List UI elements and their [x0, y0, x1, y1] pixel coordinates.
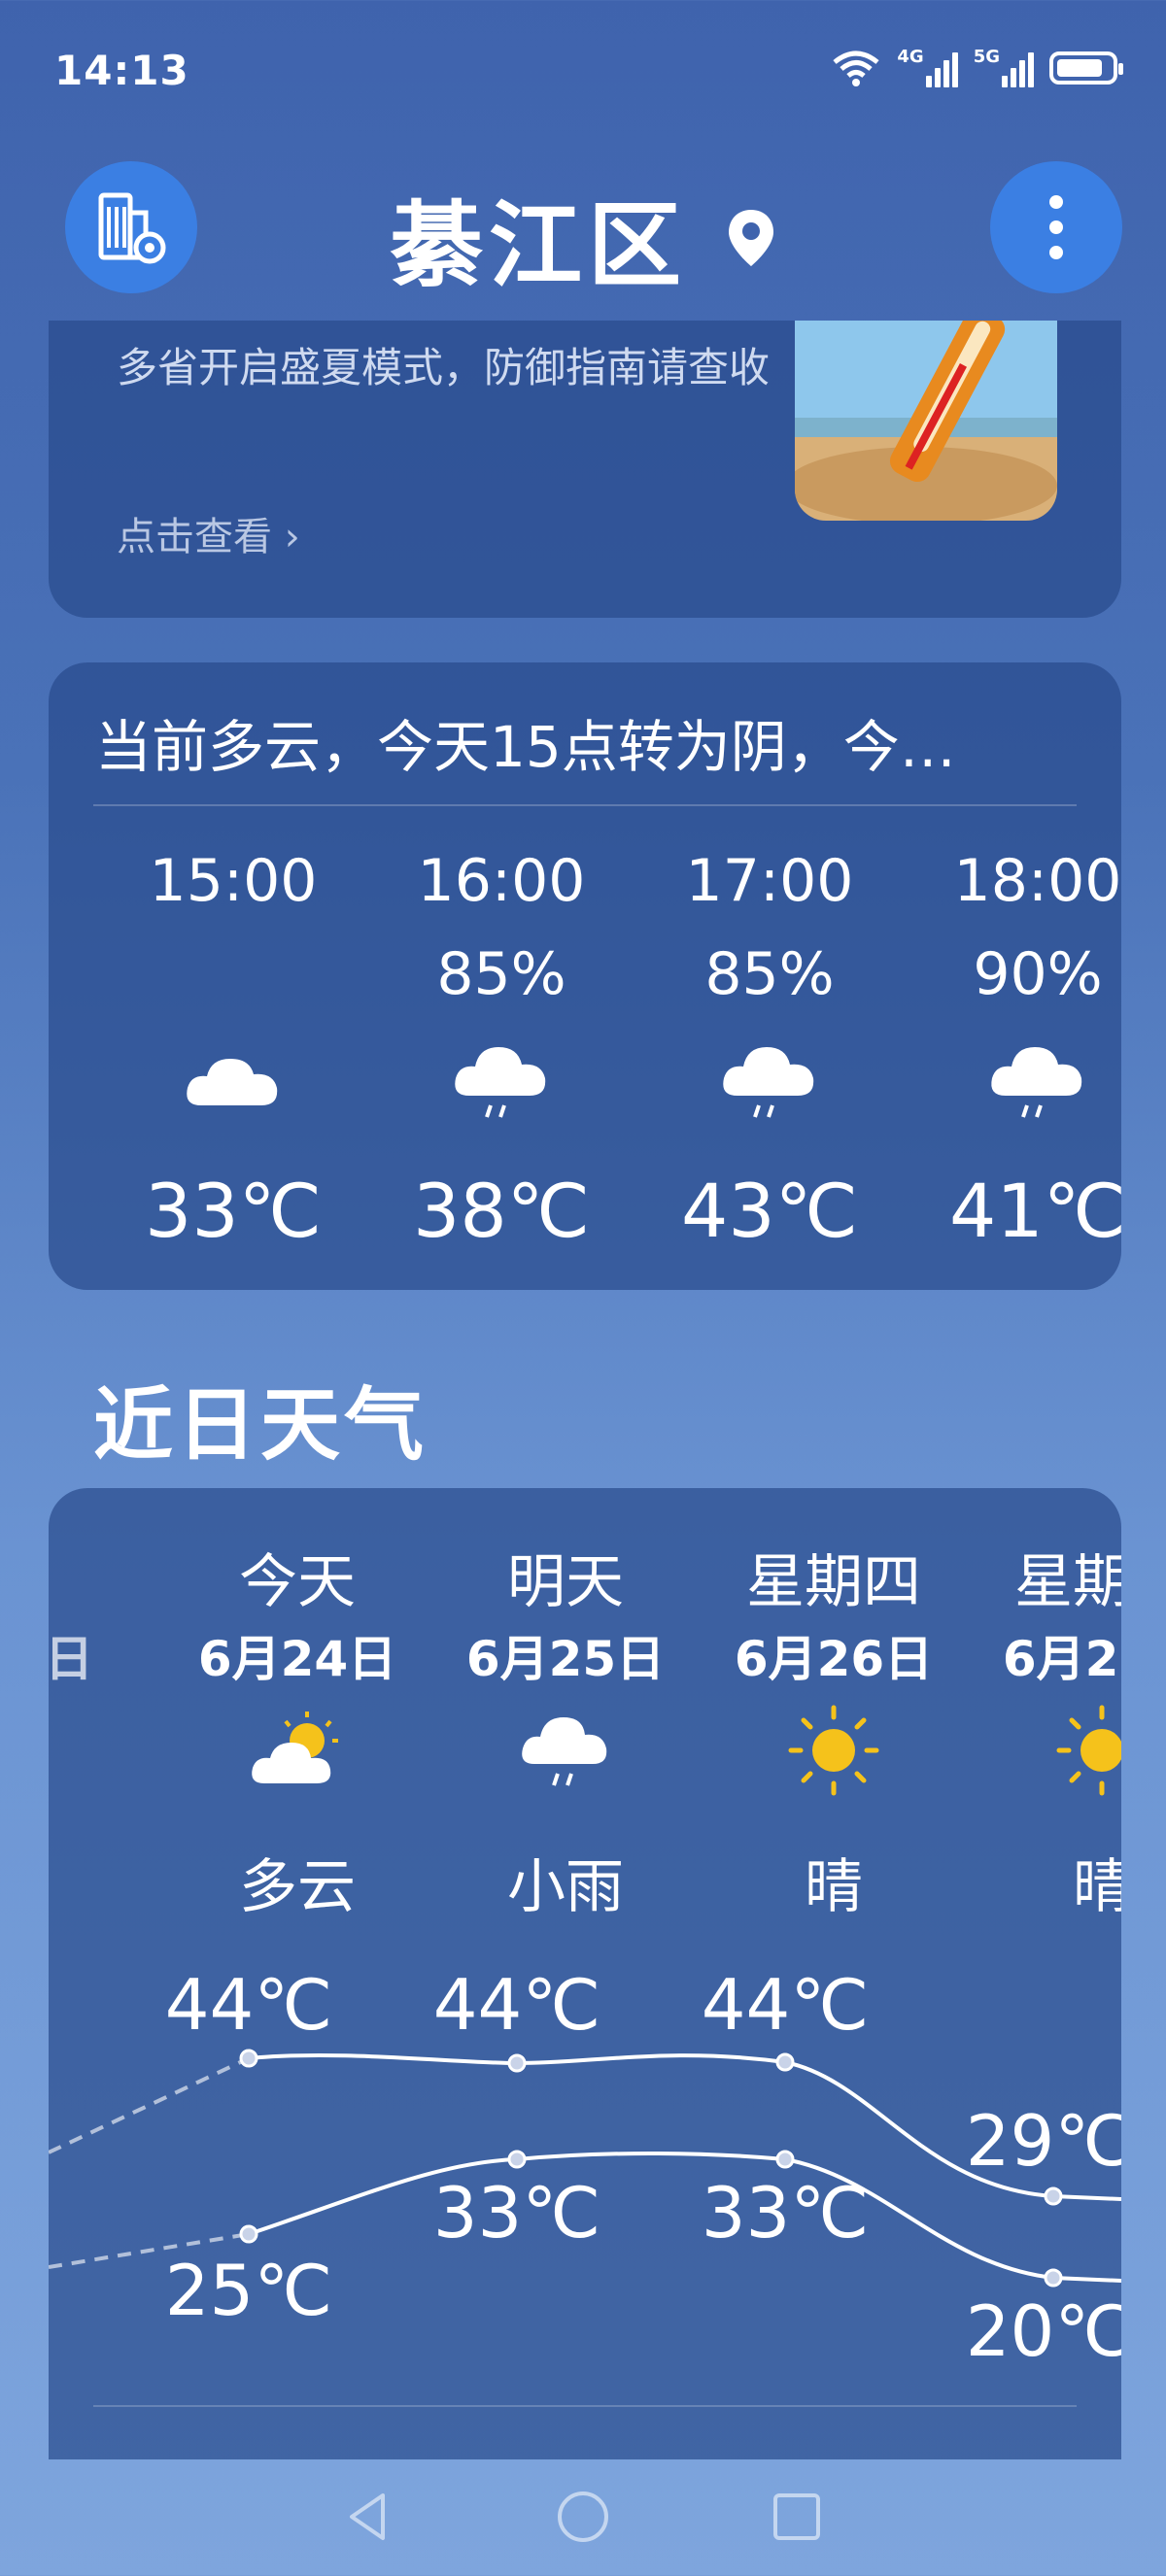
- hour-time: 18:00: [953, 847, 1122, 915]
- home-icon[interactable]: [554, 2488, 612, 2546]
- recents-icon[interactable]: [768, 2488, 826, 2546]
- more-menu-button[interactable]: [990, 161, 1122, 293]
- low-temp-point: [775, 2150, 795, 2169]
- high-temp-point: [239, 2049, 258, 2068]
- rain-icon: [723, 1047, 814, 1118]
- more-vertical-icon: [1049, 195, 1063, 259]
- news-headline: 多省开启盛夏模式，防御指南请查收: [117, 344, 771, 391]
- hour-temp: 43℃: [680, 1168, 859, 1254]
- hour-time: 15:00: [149, 847, 318, 915]
- status-time: 14:13: [54, 47, 189, 94]
- back-icon[interactable]: [340, 2488, 398, 2546]
- hour-time: 16:00: [417, 847, 586, 915]
- news-card[interactable]: 多省开启盛夏模式，防御指南请查收 点击查看 ›: [49, 321, 1121, 618]
- precip-probability: 90%: [973, 940, 1103, 1008]
- low-temp-label: 33℃: [701, 2172, 870, 2254]
- rain-icon: [455, 1047, 546, 1118]
- cloudy-icon: [187, 1059, 278, 1105]
- location-pin-icon: [729, 209, 773, 266]
- low-temp-label: 20℃: [965, 2290, 1121, 2372]
- thermometer-beach-image: [795, 321, 1057, 521]
- news-view-link[interactable]: 点击查看 ›: [117, 505, 300, 561]
- low-temp-point: [239, 2224, 258, 2244]
- wifi-icon: [833, 51, 879, 86]
- daily-forecast-card: 日 今天 6月24日 多云 明天 6月25日 小雨 星期四 6月26日 晴 星期…: [49, 1488, 1121, 2459]
- hour-temp: 41℃: [948, 1168, 1127, 1254]
- high-temp-label: 44℃: [701, 1964, 870, 2046]
- rain-icon: [991, 1047, 1082, 1118]
- hour-temp: 33℃: [144, 1168, 323, 1254]
- high-temp-point: [775, 2052, 795, 2072]
- high-temp-point: [507, 2053, 527, 2073]
- signal-5g-icon: [1002, 49, 1034, 87]
- network-4g-label: 4G: [897, 47, 924, 67]
- high-temp-label: 44℃: [164, 1964, 333, 2046]
- precip-probability: 85%: [704, 940, 835, 1008]
- low-temp-label: 25℃: [164, 2250, 333, 2331]
- high-temp-label: 44℃: [432, 1964, 601, 2046]
- high-temp-line-history: [49, 2056, 250, 2154]
- hour-temp: 38℃: [412, 1168, 591, 1254]
- high-temp-point: [1044, 2186, 1063, 2206]
- divider: [93, 2405, 1077, 2407]
- divider: [93, 804, 1077, 806]
- battery-icon: [1049, 51, 1123, 85]
- precip-probability: 85%: [436, 940, 566, 1008]
- section-title: 近日天气: [93, 1379, 429, 1472]
- low-temp-point: [507, 2150, 527, 2169]
- signal-4g-icon: [925, 49, 958, 87]
- system-nav-bar: [0, 2457, 1166, 2576]
- high-temp-label: 29℃: [965, 2100, 1121, 2182]
- battery-fill: [1057, 59, 1102, 77]
- hourly-forecast-card: 当前多云，今天15点转为阴，今… 15:00 33℃ 16:00 85% 38℃…: [49, 662, 1126, 1290]
- network-5g-label: 5G: [973, 47, 1000, 67]
- news-thumbnail: [795, 321, 1057, 521]
- hour-time: 17:00: [685, 847, 854, 915]
- low-temp-label: 33℃: [432, 2172, 601, 2254]
- low-temp-point: [1044, 2268, 1063, 2288]
- status-icons: 4G 5G: [831, 47, 1123, 87]
- hourly-summary[interactable]: 当前多云，今天15点转为阴，今…: [95, 701, 1067, 783]
- city-title[interactable]: 綦江区: [390, 170, 687, 305]
